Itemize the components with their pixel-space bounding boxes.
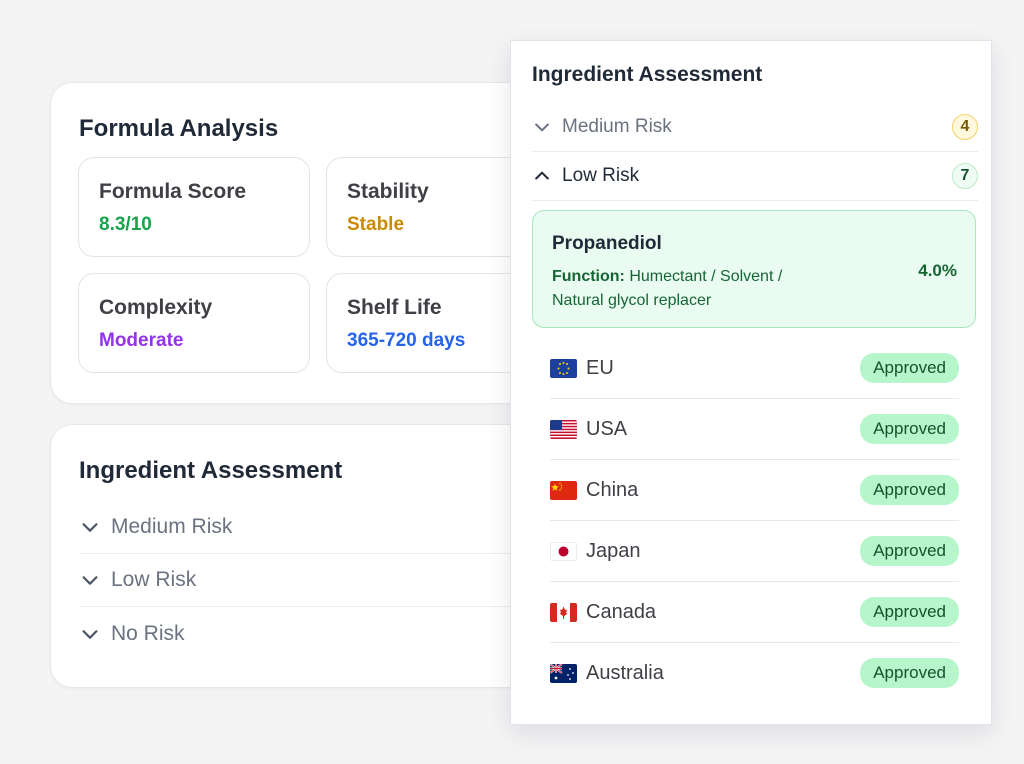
region-name: EU [586, 356, 614, 379]
metric-label: Complexity [99, 296, 213, 319]
low-risk-toggle[interactable]: Low Risk 7 [532, 152, 978, 201]
ingredient-name: Propanediol [552, 233, 662, 254]
metric-value: Moderate [99, 330, 184, 351]
low-risk-label: Low Risk [562, 165, 640, 186]
chevron-down-icon [82, 576, 98, 585]
region-row-japan: Japan Approved [550, 521, 959, 582]
china-flag-icon [550, 480, 577, 500]
status-badge: Approved [860, 353, 959, 383]
metric-value: 365-720 days [347, 330, 466, 351]
metric-value: 8.3/10 [99, 214, 152, 235]
metric-label: Shelf Life [347, 296, 442, 319]
chevron-down-icon [82, 630, 98, 639]
no-risk-row[interactable]: No Risk [79, 608, 519, 660]
status-badge: Approved [860, 414, 959, 444]
japan-flag-icon [550, 541, 577, 561]
region-row-australia: Australia Approved [550, 643, 959, 703]
australia-flag-icon [550, 663, 577, 683]
medium-risk-toggle[interactable]: Medium Risk 4 [532, 103, 978, 152]
complexity-tile: Complexity Moderate [78, 273, 310, 373]
ingredient-card-propanediol[interactable]: Propanediol Function: Humectant / Solven… [532, 210, 976, 328]
ingredient-function: Function: Humectant / Solvent / Natural … [552, 265, 837, 313]
chevron-up-icon [535, 171, 549, 180]
status-badge: Approved [860, 597, 959, 627]
low-risk-count-badge: 7 [952, 163, 978, 189]
region-row-china: China Approved [550, 460, 959, 521]
region-name: USA [586, 417, 628, 440]
formula-score-tile: Formula Score 8.3/10 [78, 157, 310, 257]
us-flag-icon [550, 419, 577, 439]
region-name: Canada [586, 600, 657, 623]
ingredient-assessment-title: Ingredient Assessment [79, 457, 343, 484]
function-label: Function: [552, 268, 625, 285]
metric-label: Formula Score [99, 180, 247, 203]
metric-label: Stability [347, 180, 429, 203]
risk-label: Medium Risk [111, 515, 233, 538]
status-badge: Approved [860, 475, 959, 505]
chevron-down-icon [82, 523, 98, 532]
formula-analysis-title: Formula Analysis [79, 115, 279, 142]
ingredient-assessment-panel: Ingredient Assessment Medium Risk 4 Low … [510, 40, 992, 725]
ingredient-percent: 4.0% [918, 261, 957, 280]
region-name: Japan [586, 539, 641, 562]
eu-flag-icon [550, 358, 577, 378]
region-row-usa: USA Approved [550, 399, 959, 460]
region-row-canada: Canada Approved [550, 582, 959, 643]
region-name: China [586, 478, 639, 501]
status-badge: Approved [860, 658, 959, 688]
panel-title: Ingredient Assessment [532, 63, 763, 86]
medium-risk-label: Medium Risk [562, 116, 672, 137]
risk-label: Low Risk [111, 568, 197, 591]
medium-risk-count-badge: 4 [952, 114, 978, 140]
chevron-down-icon [535, 123, 549, 132]
risk-label: No Risk [111, 622, 185, 645]
region-name: Australia [586, 661, 664, 684]
canada-flag-icon [550, 602, 577, 622]
status-badge: Approved [860, 536, 959, 566]
medium-risk-row[interactable]: Medium Risk [79, 501, 519, 554]
region-row-eu: EU Approved [550, 338, 959, 399]
low-risk-row[interactable]: Low Risk [79, 554, 519, 607]
metric-value: Stable [347, 214, 405, 235]
